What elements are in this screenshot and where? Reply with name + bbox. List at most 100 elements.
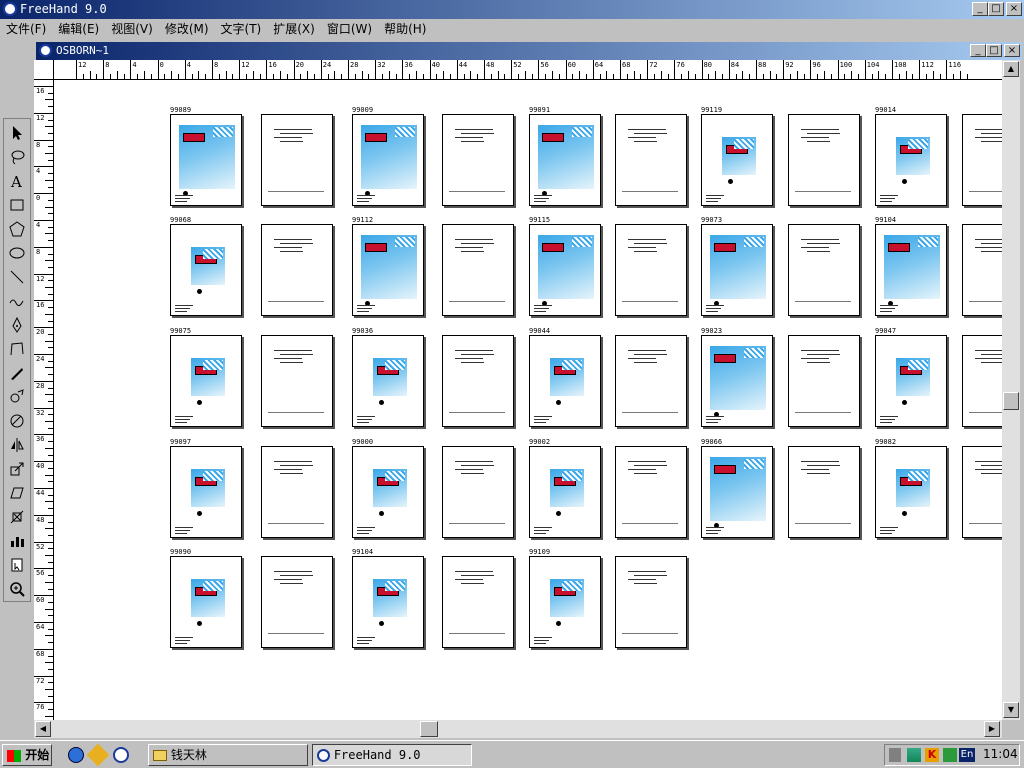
document-page[interactable] <box>170 224 242 316</box>
horizontal-ruler[interactable]: 12 8 4 0 4 8 12 16 20 24 28 32 36 40 44 48 52 56 60 64 68 72 7… <box>54 60 1002 80</box>
reflect-tool-button[interactable] <box>6 434 28 456</box>
menu-window[interactable]: 窗口(W) <box>321 19 378 39</box>
lasso-tool-button[interactable] <box>6 146 28 168</box>
scroll-left-button[interactable]: ◀ <box>35 721 51 737</box>
doc-close-button[interactable]: × <box>1004 44 1020 57</box>
document-page[interactable] <box>615 114 687 206</box>
trace-tool-button[interactable] <box>6 386 28 408</box>
document-page[interactable] <box>529 114 601 206</box>
document-page[interactable] <box>170 446 242 538</box>
document-page[interactable] <box>352 446 424 538</box>
document-page[interactable] <box>962 446 1002 538</box>
start-button[interactable]: 开始 <box>2 744 52 766</box>
document-page[interactable] <box>875 224 947 316</box>
document-page[interactable] <box>170 335 242 427</box>
document-title-bar[interactable]: OSBORN~1 _ □ × <box>36 42 1022 60</box>
freehand-tool-button[interactable] <box>6 290 28 312</box>
document-page[interactable] <box>701 224 773 316</box>
document-page[interactable] <box>261 114 333 206</box>
chart-tool-button[interactable] <box>6 530 28 552</box>
document-page[interactable] <box>261 446 333 538</box>
document-page[interactable] <box>962 114 1002 206</box>
menu-text[interactable]: 文字(T) <box>215 19 268 39</box>
rectangle-tool-button[interactable] <box>6 194 28 216</box>
document-page[interactable] <box>442 335 514 427</box>
skew-tool-button[interactable] <box>6 482 28 504</box>
network-icon[interactable] <box>907 748 921 762</box>
menu-modify[interactable]: 修改(M) <box>159 19 215 39</box>
vertical-scroll-thumb[interactable] <box>1003 392 1019 410</box>
document-page[interactable] <box>352 114 424 206</box>
menu-xtras[interactable]: 扩展(X) <box>267 19 321 39</box>
document-page[interactable] <box>261 556 333 648</box>
menu-file[interactable]: 文件(F) <box>0 19 52 39</box>
scroll-up-button[interactable]: ▲ <box>1003 61 1019 77</box>
knife-tool-button[interactable] <box>6 362 28 384</box>
document-page[interactable] <box>352 335 424 427</box>
perspective-tool-button[interactable] <box>6 506 28 528</box>
ruler-corner[interactable] <box>34 60 54 80</box>
page-tool-button[interactable] <box>6 554 28 576</box>
document-page[interactable] <box>352 224 424 316</box>
document-page[interactable] <box>170 114 242 206</box>
bezigon-tool-button[interactable] <box>6 338 28 360</box>
document-page[interactable] <box>529 224 601 316</box>
menu-help[interactable]: 帮助(H) <box>378 19 432 39</box>
scroll-right-button[interactable]: ▶ <box>984 721 1000 737</box>
doc-maximize-button[interactable]: □ <box>986 44 1002 57</box>
document-page[interactable] <box>442 556 514 648</box>
scroll-down-button[interactable]: ▼ <box>1003 702 1019 718</box>
document-page[interactable] <box>875 335 947 427</box>
document-page[interactable] <box>615 556 687 648</box>
pen-tool-button[interactable] <box>6 314 28 336</box>
polygon-tool-button[interactable] <box>6 218 28 240</box>
document-page[interactable] <box>701 335 773 427</box>
scale-tool-button[interactable] <box>6 458 28 480</box>
document-page[interactable] <box>261 224 333 316</box>
document-page[interactable] <box>962 335 1002 427</box>
vertical-scrollbar[interactable]: ▲ ▼ <box>1002 60 1020 720</box>
pointer-tool-button[interactable] <box>6 122 28 144</box>
document-page[interactable] <box>261 335 333 427</box>
line-tool-button[interactable] <box>6 266 28 288</box>
minimize-button[interactable]: _ <box>972 2 988 16</box>
document-page[interactable] <box>701 446 773 538</box>
ie-icon[interactable] <box>68 747 84 763</box>
document-page[interactable] <box>529 556 601 648</box>
zoom-tool-button[interactable] <box>6 578 28 600</box>
horizontal-scroll-thumb[interactable] <box>420 721 438 737</box>
rotate-tool-button[interactable] <box>6 410 28 432</box>
document-page[interactable] <box>442 114 514 206</box>
freehand-quicklaunch-icon[interactable] <box>113 747 129 763</box>
document-page[interactable] <box>615 335 687 427</box>
text-tool-button[interactable]: A <box>6 170 28 192</box>
document-page[interactable] <box>170 556 242 648</box>
document-page[interactable] <box>701 114 773 206</box>
menu-view[interactable]: 视图(V) <box>105 19 159 39</box>
document-page[interactable] <box>442 224 514 316</box>
volume-icon[interactable] <box>889 748 901 762</box>
document-page[interactable] <box>788 446 860 538</box>
document-page[interactable] <box>442 446 514 538</box>
document-page[interactable] <box>615 446 687 538</box>
language-indicator[interactable]: En <box>959 748 975 762</box>
document-page[interactable] <box>788 224 860 316</box>
menu-edit[interactable]: 编辑(E) <box>52 19 105 39</box>
document-page[interactable] <box>962 224 1002 316</box>
horizontal-scrollbar[interactable]: ◀ ▶ <box>34 720 1002 738</box>
document-page[interactable] <box>615 224 687 316</box>
maximize-button[interactable]: □ <box>988 2 1004 16</box>
document-page[interactable] <box>788 335 860 427</box>
quicklaunch-icon[interactable] <box>86 743 110 767</box>
document-canvas[interactable]: 99089 99009 99091 99119 99014 99068 99112 99115… <box>54 80 1002 720</box>
k-input-icon[interactable]: K <box>925 748 939 762</box>
taskbar-folder-button[interactable]: 钱天林 <box>148 744 308 766</box>
document-page[interactable] <box>875 446 947 538</box>
app-title-bar[interactable]: FreeHand 9.0 _ □ × <box>0 0 1024 19</box>
doc-minimize-button[interactable]: _ <box>970 44 986 57</box>
ellipse-tool-button[interactable] <box>6 242 28 264</box>
document-page[interactable] <box>529 446 601 538</box>
close-button[interactable]: × <box>1006 2 1022 16</box>
document-page[interactable] <box>875 114 947 206</box>
document-page[interactable] <box>529 335 601 427</box>
